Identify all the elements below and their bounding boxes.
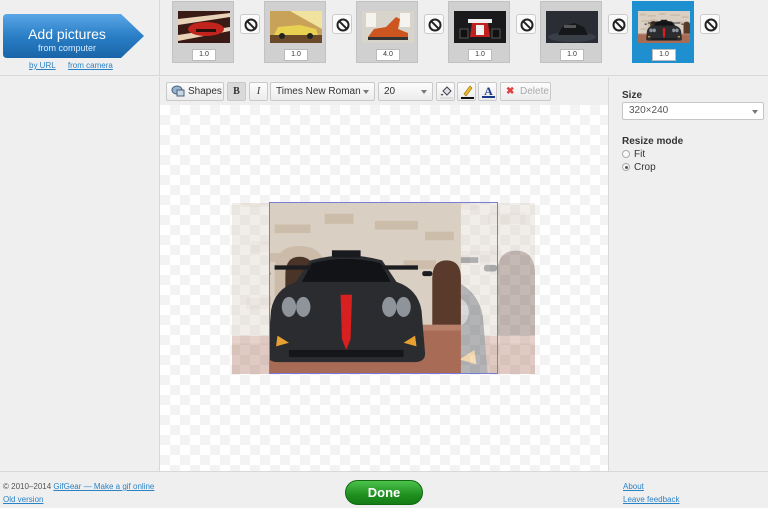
- crop-radio[interactable]: [622, 163, 630, 171]
- leave-feedback-link[interactable]: Leave feedback: [623, 495, 680, 504]
- copyright-text: © 2010–2014: [3, 482, 52, 491]
- no-entry-icon: [244, 18, 258, 32]
- remove-frame-button[interactable]: [332, 14, 352, 34]
- copyright: © 2010–2014 GifGear — Make a gif online: [3, 482, 154, 491]
- settings-panel: Size 320×240 Resize mode Fit Crop: [608, 77, 768, 471]
- remove-frame-button[interactable]: [240, 14, 260, 34]
- resize-mode-label: Resize mode: [622, 136, 684, 147]
- highlighter-icon: [461, 85, 474, 99]
- frame-delay-input[interactable]: 1.0: [468, 49, 492, 61]
- highlight-color-button[interactable]: [457, 82, 476, 101]
- gifgear-app: Add pictures from computer by URL from c…: [0, 0, 768, 508]
- delete-button[interactable]: ✖ Delete: [500, 82, 551, 101]
- frames-bar: Add pictures from computer by URL from c…: [0, 0, 768, 76]
- fit-radio[interactable]: [622, 150, 630, 158]
- fill-bucket-icon: [440, 86, 453, 99]
- add-pictures-area: Add pictures from computer by URL from c…: [0, 0, 160, 76]
- add-pictures-button[interactable]: Add pictures from computer: [3, 14, 144, 58]
- frame-image: [270, 11, 322, 43]
- by-url-link[interactable]: by URL: [29, 61, 56, 70]
- footer: © 2010–2014 GifGear — Make a gif online …: [0, 471, 768, 508]
- shapes-icon: [171, 85, 185, 97]
- frame-delay-input[interactable]: 4.0: [376, 49, 400, 61]
- shapes-button[interactable]: Shapes: [166, 82, 224, 101]
- no-entry-icon: [336, 18, 350, 32]
- remove-frame-button[interactable]: [424, 14, 444, 34]
- svg-text:A: A: [484, 84, 493, 98]
- chevron-down-icon: [421, 90, 427, 94]
- font-color-icon: A: [482, 84, 495, 98]
- remove-frame-button[interactable]: [516, 14, 536, 34]
- delete-x-icon: ✖: [506, 86, 515, 97]
- no-entry-icon: [520, 18, 534, 32]
- frame-thumbnail[interactable]: 4.0: [356, 1, 418, 63]
- frame-thumbnail[interactable]: 1.0: [540, 1, 602, 63]
- gifgear-link[interactable]: GifGear — Make a gif online: [53, 482, 154, 491]
- font-family-value: Times New Roman: [276, 86, 361, 97]
- frame-delay-input[interactable]: 1.0: [284, 49, 308, 61]
- frame-image: [638, 11, 690, 43]
- no-entry-icon: [428, 18, 442, 32]
- delete-label: Delete: [520, 86, 549, 97]
- fit-label: Fit: [634, 149, 646, 160]
- fill-color-button[interactable]: [436, 82, 455, 101]
- resize-crop-option[interactable]: Crop: [622, 162, 656, 173]
- size-label: Size: [622, 90, 643, 101]
- font-family-select[interactable]: Times New Roman: [270, 82, 375, 101]
- frame-thumbnail[interactable]: 1.0: [448, 1, 510, 63]
- done-button[interactable]: Done: [345, 480, 423, 505]
- resize-fit-option[interactable]: Fit: [622, 149, 645, 160]
- crop-label: Crop: [634, 162, 656, 173]
- about-link[interactable]: About: [623, 482, 644, 491]
- frame-delay-input[interactable]: 1.0: [192, 49, 216, 61]
- shapes-label: Shapes: [188, 86, 222, 97]
- current-frame-image: [270, 203, 498, 374]
- add-pictures-subtitle: from computer: [37, 43, 97, 53]
- remove-frame-button[interactable]: [608, 14, 628, 34]
- frame-thumbnail[interactable]: 1.0: [264, 1, 326, 63]
- chevron-down-icon: [363, 90, 369, 94]
- chevron-down-icon: [752, 110, 758, 114]
- frame-image: [178, 11, 230, 43]
- frame-image: [362, 11, 414, 43]
- old-version-link[interactable]: Old version: [3, 495, 43, 504]
- font-color-button[interactable]: A: [478, 82, 497, 101]
- from-camera-link[interactable]: from camera: [68, 61, 113, 70]
- no-entry-icon: [612, 18, 626, 32]
- crop-frame[interactable]: [269, 202, 498, 374]
- size-value: 320×240: [629, 105, 669, 116]
- text-toolbar: Shapes B I Times New Roman 20 A ✖ Delete: [160, 77, 608, 105]
- bold-button[interactable]: B: [227, 82, 246, 101]
- editing-canvas[interactable]: [160, 105, 608, 471]
- remove-frame-button[interactable]: [700, 14, 720, 34]
- frame-thumbnail[interactable]: 1.0: [172, 1, 234, 63]
- font-size-select[interactable]: 20: [378, 82, 433, 101]
- font-size-value: 20: [384, 86, 396, 97]
- no-entry-icon: [704, 18, 718, 32]
- size-select[interactable]: 320×240: [622, 102, 764, 120]
- frame-thumbnail-active[interactable]: 1.0: [632, 1, 694, 63]
- frame-delay-input[interactable]: 1.0: [652, 49, 676, 61]
- frame-image: [546, 11, 598, 43]
- italic-button[interactable]: I: [249, 82, 268, 101]
- frame-image: [454, 11, 506, 43]
- frame-delay-input[interactable]: 1.0: [560, 49, 584, 61]
- left-pane: [0, 77, 160, 471]
- add-pictures-title: Add pictures: [28, 26, 106, 42]
